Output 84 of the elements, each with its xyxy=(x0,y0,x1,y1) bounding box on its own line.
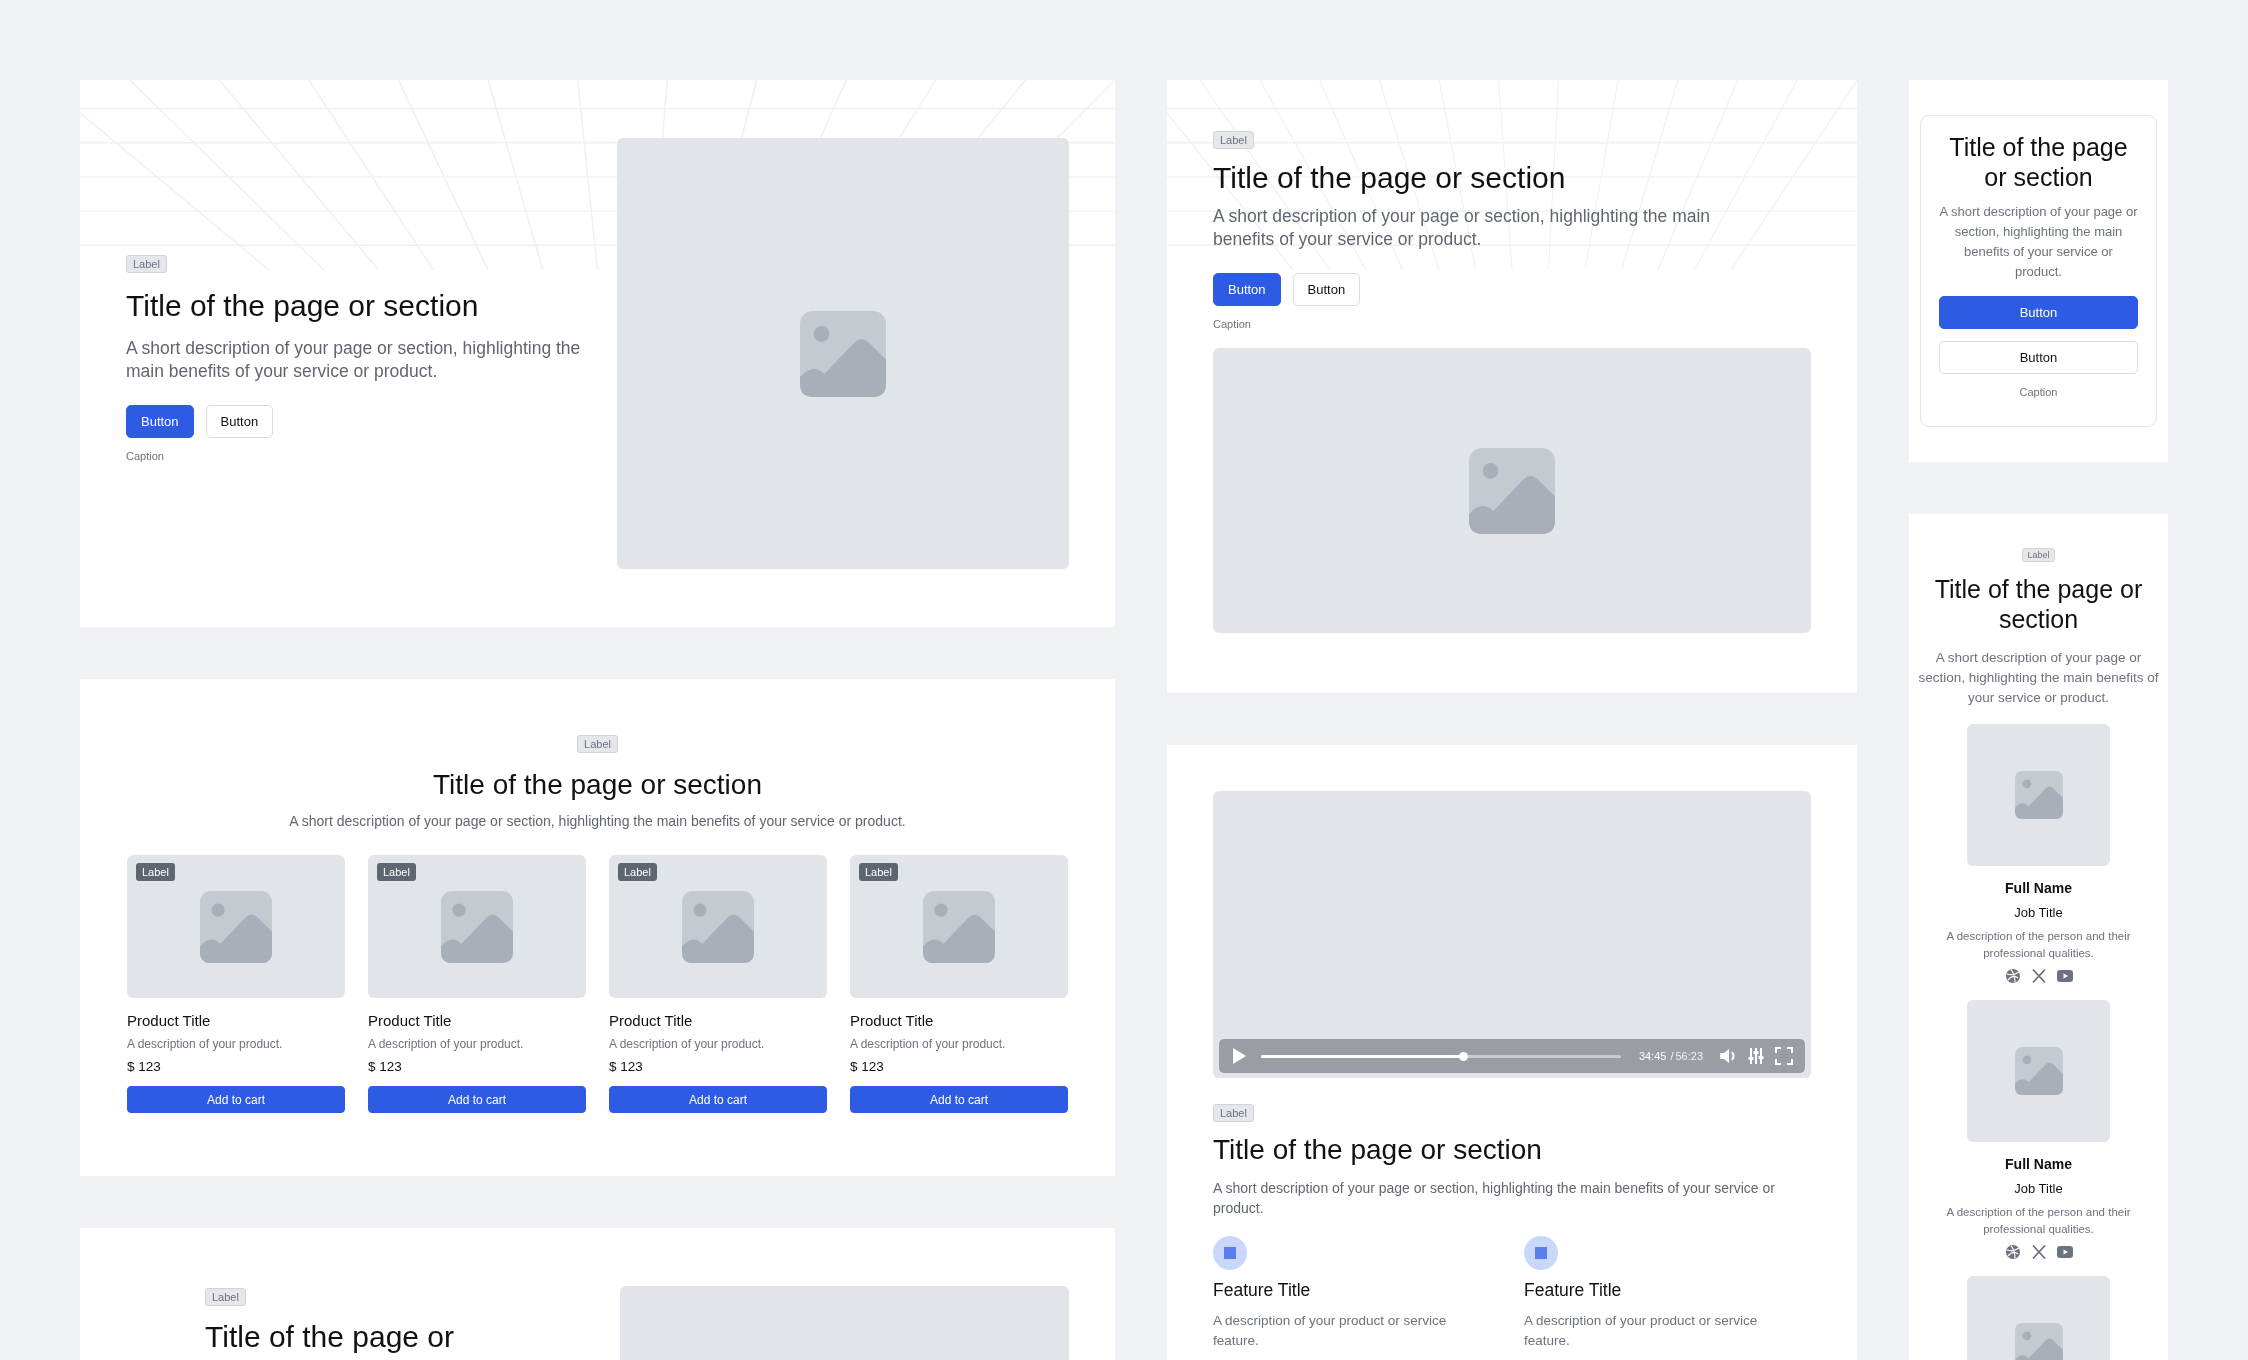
action-button[interactable]: Button xyxy=(1213,273,1281,306)
caption: Caption xyxy=(2018,386,2059,398)
section-title: Title of the page or section xyxy=(126,289,480,323)
product-badge: Label xyxy=(136,863,175,881)
person-description: A description of the person and their professional qualities. xyxy=(1945,929,2132,961)
volume-icon[interactable] xyxy=(1719,1048,1737,1064)
section-description: A short description of your page or section, highlighting the main benefits of your service or product. xyxy=(1917,649,2160,707)
section-description: A short description of your page or section, highlighting the main benefits of your service or product. xyxy=(126,337,582,383)
image-icon xyxy=(800,310,887,397)
image-icon xyxy=(682,890,754,963)
action-button[interactable]: Button xyxy=(1292,273,1361,306)
label-tag: Label xyxy=(577,735,618,753)
person-name: Full Name xyxy=(2005,880,2072,896)
x-icon[interactable] xyxy=(2030,1244,2047,1260)
play-icon[interactable] xyxy=(1231,1047,1247,1065)
fullscreen-icon[interactable] xyxy=(1775,1047,1793,1065)
youtube-icon[interactable] xyxy=(2056,1245,2073,1259)
add-to-cart-button[interactable]: Add to cart xyxy=(850,1086,1068,1113)
product-price: $ 123 xyxy=(850,1059,885,1074)
section-title: Title of the page or section xyxy=(1933,574,2144,634)
dribbble-icon[interactable] xyxy=(2004,1244,2021,1260)
section-description: A short description of your page or section, highlighting the main benefits of your service or product. xyxy=(1213,1179,1776,1218)
time-separator: / xyxy=(1670,1050,1674,1062)
action-button[interactable]: Button xyxy=(126,405,194,438)
action-button[interactable]: Button xyxy=(1939,341,2138,374)
product-description: A description of your product. xyxy=(850,1037,1007,1051)
x-icon[interactable] xyxy=(2030,968,2047,984)
product-description: A description of your product. xyxy=(609,1037,766,1051)
label-tag: Label xyxy=(2022,548,2055,562)
feature-description: A description of your product or service feature. xyxy=(1524,1312,1759,1350)
label-tag: Label xyxy=(1213,131,1254,149)
add-to-cart-button[interactable]: Add to cart xyxy=(368,1086,586,1113)
product-badge: Label xyxy=(859,863,898,881)
progress-handle[interactable] xyxy=(1458,1051,1468,1061)
elapsed-time: 34:45 xyxy=(1638,1050,1667,1062)
label-tag: Label xyxy=(205,1288,246,1306)
person-description: A description of the person and their professional qualities. xyxy=(1945,1205,2132,1237)
section-description: A short description of your page or section, highlighting the main benefits of your service or product. xyxy=(1213,205,1712,251)
image-icon xyxy=(1469,447,1555,534)
product-title: Product Title xyxy=(850,1012,935,1029)
image-icon xyxy=(441,890,513,963)
label-tag: Label xyxy=(1213,1104,1254,1122)
feature-title: Feature Title xyxy=(1213,1280,1312,1301)
image-icon xyxy=(2014,1323,2063,1360)
section-description: A short description of your page or section, highlighting the main benefits of your service or product. xyxy=(289,812,906,831)
section-title: Title of the page or section xyxy=(1213,1134,1543,1166)
youtube-icon[interactable] xyxy=(2056,969,2073,983)
image-icon xyxy=(2014,771,2063,819)
section-title: Title of the page or xyxy=(205,1320,456,1354)
product-description: A description of your product. xyxy=(368,1037,525,1051)
add-to-cart-button[interactable]: Add to cart xyxy=(609,1086,827,1113)
product-price: $ 123 xyxy=(368,1059,403,1074)
image-icon xyxy=(2014,1047,2063,1095)
product-badge: Label xyxy=(618,863,657,881)
product-title: Product Title xyxy=(127,1012,212,1029)
total-time: 56:23 xyxy=(1675,1050,1703,1062)
feature-description: A description of your product or service feature. xyxy=(1213,1312,1448,1350)
caption: Caption xyxy=(1213,318,1252,330)
product-description: A description of your product. xyxy=(127,1037,284,1051)
job-title: Job Title xyxy=(2014,905,2063,920)
action-button[interactable]: Button xyxy=(205,405,274,438)
feature-icon xyxy=(1213,1236,1247,1270)
job-title: Job Title xyxy=(2014,1181,2063,1196)
section-title: Title of the page or section xyxy=(1948,132,2129,192)
section-title: Title of the page or section xyxy=(433,769,762,801)
person-name: Full Name xyxy=(2005,1156,2072,1172)
image-icon xyxy=(923,890,995,963)
dribbble-icon[interactable] xyxy=(2004,968,2021,984)
progress-track[interactable] xyxy=(1261,1054,1621,1058)
image-icon xyxy=(200,890,272,963)
add-to-cart-button[interactable]: Add to cart xyxy=(127,1086,345,1113)
product-title: Product Title xyxy=(609,1012,694,1029)
action-button[interactable]: Button xyxy=(1939,296,2138,329)
feature-icon xyxy=(1524,1236,1558,1270)
product-price: $ 123 xyxy=(609,1059,644,1074)
settings-icon[interactable] xyxy=(1747,1047,1765,1065)
section-description: A short description of your page or section, highlighting the main benefits of your service or product. xyxy=(1939,203,2138,281)
section-title: Title of the page or section xyxy=(1213,161,1567,195)
product-badge: Label xyxy=(377,863,416,881)
feature-title: Feature Title xyxy=(1524,1280,1623,1301)
product-title: Product Title xyxy=(368,1012,453,1029)
label-tag: Label xyxy=(126,255,167,273)
caption: Caption xyxy=(126,450,165,462)
product-price: $ 123 xyxy=(127,1059,162,1074)
